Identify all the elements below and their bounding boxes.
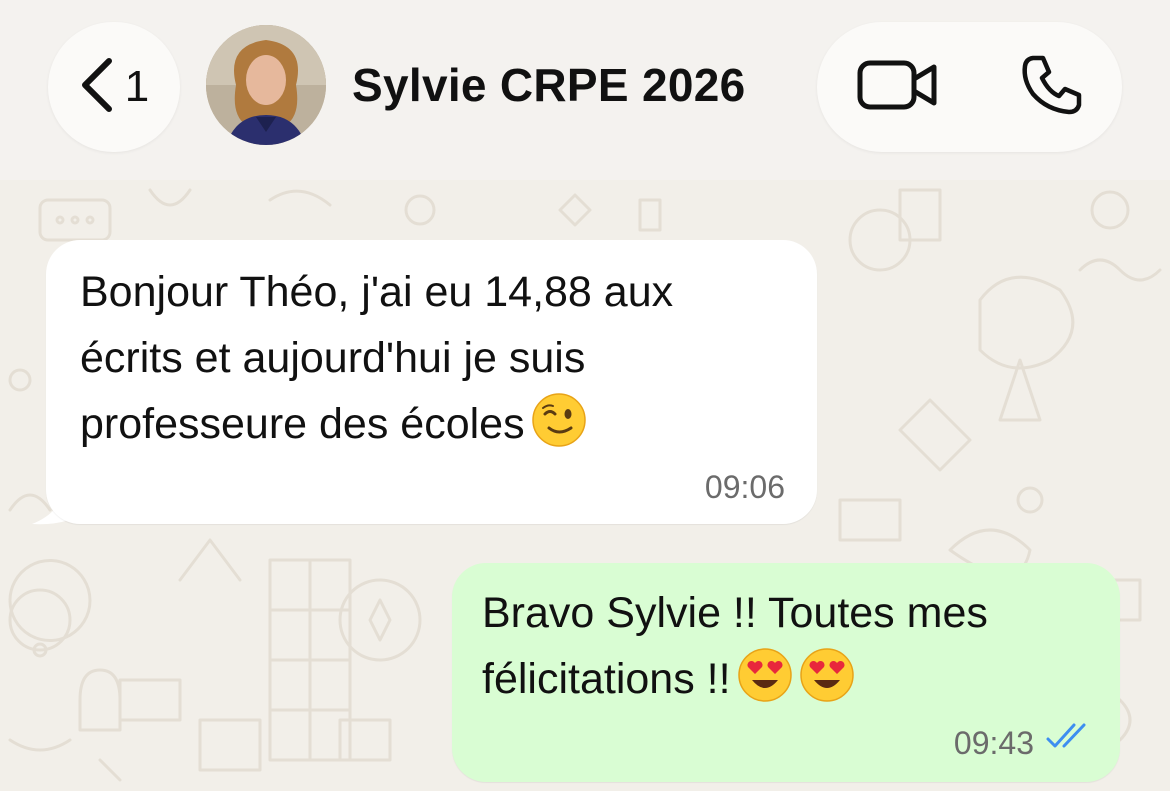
avatar[interactable]	[206, 25, 326, 145]
contact-name[interactable]: Sylvie CRPE 2026	[352, 58, 746, 112]
video-camera-icon	[856, 57, 940, 118]
message-bubble-outgoing[interactable]: Bravo Sylvie !! Toutes mes félicitations…	[452, 563, 1120, 782]
voice-call-button[interactable]	[1007, 50, 1097, 124]
chat-screen: 1 Sylvie CRPE 2026 Bonjour Théo, j'ai eu…	[0, 0, 1170, 791]
video-call-button[interactable]	[853, 50, 943, 124]
message-bubble-incoming[interactable]: Bonjour Théo, j'ai eu 14,88 aux écrits e…	[46, 240, 817, 524]
call-actions	[817, 22, 1122, 152]
message-timestamp: 09:06	[704, 469, 785, 505]
heart-eyes-emoji	[737, 647, 793, 703]
message-timestamp: 09:43	[953, 725, 1034, 761]
message-text: Bravo Sylvie !! Toutes mes félicitations…	[482, 580, 1102, 712]
back-button[interactable]: 1	[48, 22, 180, 152]
double-check-icon	[1044, 721, 1092, 756]
message-text: Bonjour Théo, j'ai eu 14,88 aux écrits e…	[80, 259, 800, 457]
chevron-left-icon	[79, 57, 115, 118]
phone-icon	[1019, 52, 1085, 123]
unread-count: 1	[124, 62, 150, 111]
heart-eyes-emoji	[799, 647, 855, 703]
message-text-content: Bravo Sylvie !! Toutes mes félicitations…	[482, 589, 988, 703]
winking-face-emoji	[531, 392, 587, 448]
